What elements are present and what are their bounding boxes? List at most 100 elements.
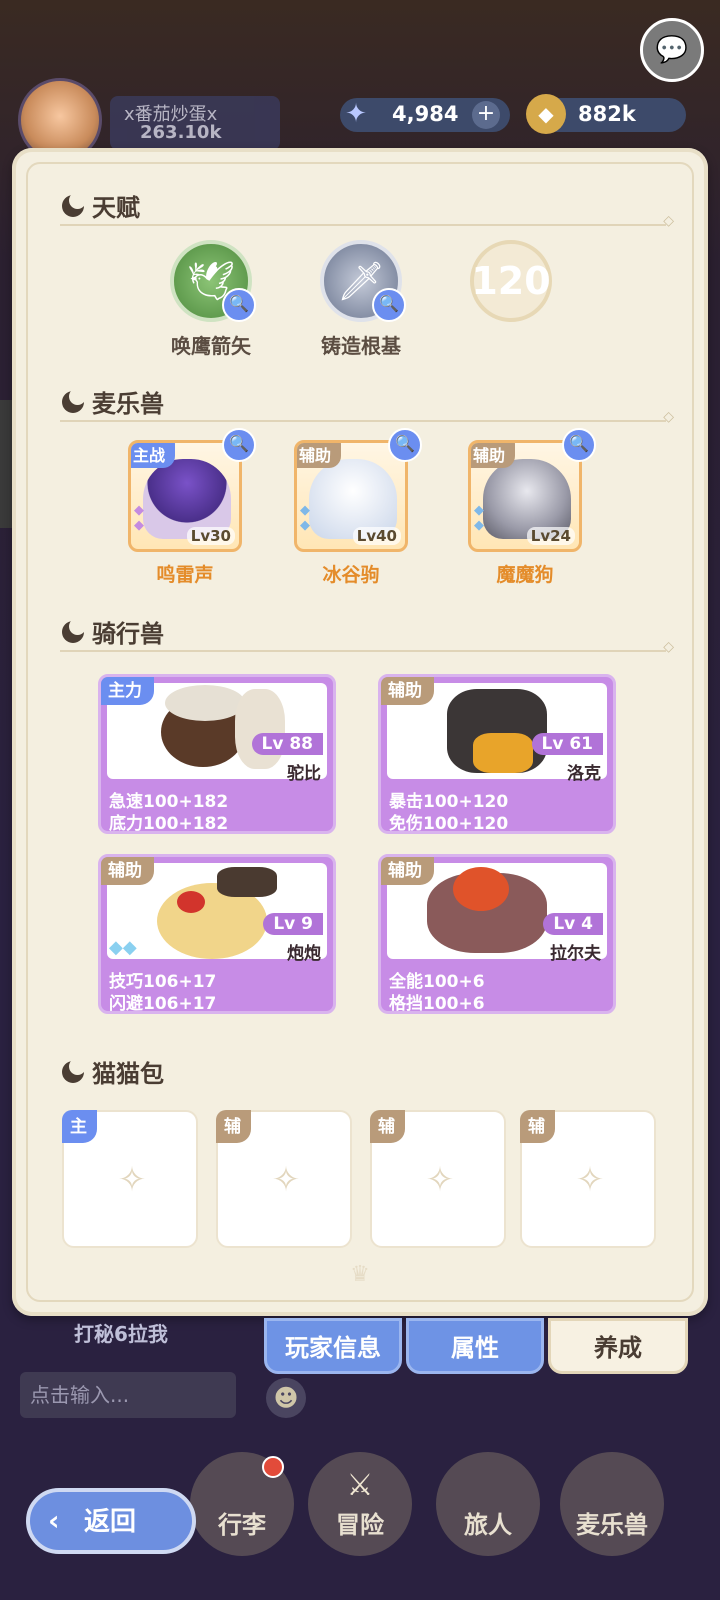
slot-role-tag: 辅 bbox=[370, 1110, 405, 1143]
nav-travelers[interactable]: 旅人 bbox=[436, 1452, 540, 1556]
talent-unlock-level: 120 bbox=[471, 259, 551, 303]
slot-role-tag: 辅 bbox=[520, 1110, 555, 1143]
mount-card-2[interactable]: 辅助 Lv 61 洛克 暴击100+120 免伤100+120 bbox=[378, 674, 616, 834]
mount-card-3[interactable]: 辅助 ◆◆ Lv 9 炮炮 技巧106+17 闪避106+17 bbox=[98, 854, 336, 1014]
back-button[interactable]: ‹ 返回 bbox=[26, 1488, 196, 1554]
magnifier-icon[interactable]: 🔍 bbox=[562, 428, 596, 462]
back-arrow-icon: ‹ bbox=[48, 1504, 60, 1537]
nav-luggage[interactable]: 行李 bbox=[190, 1452, 294, 1556]
mount-mane-shape bbox=[453, 867, 509, 911]
rank-stars-icon: ◆◆ bbox=[134, 503, 144, 533]
slot-role-tag: 辅 bbox=[216, 1110, 251, 1143]
player-power: 263.10k bbox=[140, 122, 222, 143]
sword-forge-icon: 🗡 🔍 bbox=[320, 240, 406, 322]
pet-card-1[interactable]: 主战 ◆ ◆ Lv30 🔍 鸣雷声 bbox=[128, 428, 256, 587]
section-title-text: 猫猫包 bbox=[92, 1060, 164, 1088]
mount-card-4[interactable]: 辅助 Lv 4 拉尔夫 全能100+6 格挡100+6 bbox=[378, 854, 616, 1014]
magnifier-icon[interactable]: 🔍 bbox=[222, 428, 256, 462]
talent-name: 唤鹰箭矢 bbox=[171, 334, 251, 358]
talent-name: 铸造根基 bbox=[321, 334, 401, 358]
mount-stat: 闪避106+17 bbox=[109, 994, 217, 1014]
mount-role-tag: 辅助 bbox=[381, 677, 434, 705]
gem-counter: ✦ 4,984 + bbox=[340, 98, 510, 132]
talent-item-1[interactable]: 🕊 🔍 唤鹰箭矢 bbox=[166, 240, 256, 359]
nav-label: 旅人 bbox=[464, 1511, 512, 1539]
chat-input[interactable]: 点击输入... bbox=[20, 1372, 236, 1418]
pet-name: 魔魔狗 bbox=[496, 564, 554, 586]
rank-stars-icon: ◆◆ bbox=[300, 503, 310, 533]
nav-pets[interactable]: 麦乐兽 bbox=[560, 1452, 664, 1556]
empty-slot-icon: ✧ bbox=[117, 1160, 147, 1200]
pet-card-2[interactable]: 辅助 ◆ ◆ Lv40 🔍 冰谷驹 bbox=[294, 428, 422, 587]
section-title-pets: 麦乐兽 bbox=[62, 384, 164, 419]
rank-stars-icon: ◆◆ bbox=[109, 937, 137, 958]
tab-player-info[interactable]: 玩家信息 bbox=[264, 1318, 402, 1374]
nav-label: 冒险 bbox=[336, 1511, 384, 1539]
catbag-slot-4[interactable]: 辅 ✧ bbox=[520, 1110, 656, 1248]
section-divider bbox=[60, 409, 674, 425]
pet-card-3[interactable]: 辅助 ◆ ◆ Lv24 🔍 魔魔狗 bbox=[468, 428, 596, 587]
crossed-swords-icon: ⚔ bbox=[346, 1468, 374, 1503]
chat-last-message: 打秘6拉我 bbox=[74, 1322, 168, 1346]
nav-label: 麦乐兽 bbox=[576, 1511, 648, 1539]
section-divider bbox=[60, 639, 674, 655]
catbag-slot-2[interactable]: 辅 ✧ bbox=[216, 1110, 352, 1248]
pet-level: Lv30 bbox=[186, 527, 235, 545]
mount-level: Lv 4 bbox=[543, 913, 603, 935]
moon-icon bbox=[62, 387, 86, 413]
chat-bubble-icon: 💬 bbox=[655, 35, 689, 65]
pet-level: Lv24 bbox=[526, 527, 575, 545]
magnifier-icon[interactable]: 🔍 bbox=[388, 428, 422, 462]
mount-level: Lv 88 bbox=[251, 733, 323, 755]
mount-ear-shape bbox=[235, 689, 285, 769]
mount-card-1[interactable]: 主力 Lv 88 驼比 急速100+182 底力100+182 bbox=[98, 674, 336, 834]
locked-talent-icon: 120 bbox=[470, 240, 552, 322]
moon-icon bbox=[62, 1057, 86, 1083]
pet-portrait: 辅助 ◆ ◆ Lv24 bbox=[468, 440, 582, 552]
nav-adventure[interactable]: ⚔ 冒险 bbox=[308, 1452, 412, 1556]
mount-name: 拉尔夫 bbox=[550, 944, 601, 964]
moon-icon bbox=[62, 191, 86, 217]
catbag-slot-1[interactable]: 主 ✧ bbox=[62, 1110, 198, 1248]
gold-value: 882k bbox=[578, 102, 636, 126]
section-title-talent: 天赋 bbox=[62, 188, 140, 223]
player-info[interactable]: x番茄炒蛋x 263.10k bbox=[110, 96, 280, 150]
section-title-text: 骑行兽 bbox=[92, 620, 164, 648]
magnifier-icon[interactable]: 🔍 bbox=[372, 288, 406, 322]
emoji-button[interactable]: ☻ bbox=[266, 1378, 306, 1418]
tab-growth[interactable]: 养成 bbox=[548, 1318, 688, 1374]
chat-bubble-button[interactable]: 💬 bbox=[640, 18, 704, 82]
empty-slot-icon: ✧ bbox=[575, 1160, 605, 1200]
mount-stat: 免伤100+120 bbox=[389, 814, 509, 834]
coin-icon: ◆ bbox=[526, 94, 566, 134]
gem-value: 4,984 bbox=[392, 102, 459, 126]
add-gems-button[interactable]: + bbox=[472, 101, 500, 129]
section-title-text: 天赋 bbox=[92, 194, 140, 222]
mount-level: Lv 61 bbox=[531, 733, 603, 755]
pet-role-tag: 辅助 bbox=[297, 443, 342, 468]
notification-dot bbox=[262, 1456, 284, 1478]
empty-slot-icon: ✧ bbox=[425, 1160, 455, 1200]
slot-role-tag: 主 bbox=[62, 1110, 97, 1143]
pet-role-tag: 主战 bbox=[131, 443, 176, 468]
mount-crest-shape bbox=[177, 891, 205, 913]
pet-role-tag: 辅助 bbox=[471, 443, 516, 468]
pet-name: 冰谷驹 bbox=[322, 564, 380, 586]
magnifier-icon[interactable]: 🔍 bbox=[222, 288, 256, 322]
empty-slot-icon: ✧ bbox=[271, 1160, 301, 1200]
talent-item-2[interactable]: 🗡 🔍 铸造根基 bbox=[316, 240, 406, 359]
gold-counter: ◆ 882k bbox=[526, 94, 686, 134]
rank-stars-icon: ◆◆ bbox=[474, 503, 484, 533]
talent-item-locked[interactable]: 120 bbox=[466, 240, 556, 322]
mount-cannon-shape bbox=[217, 867, 277, 897]
section-title-catbag: 猫猫包 bbox=[62, 1054, 164, 1089]
section-title-mounts: 骑行兽 bbox=[62, 614, 164, 649]
catbag-slot-3[interactable]: 辅 ✧ bbox=[370, 1110, 506, 1248]
section-divider bbox=[60, 213, 674, 229]
tab-attributes[interactable]: 属性 bbox=[406, 1318, 544, 1374]
mount-role-tag: 辅助 bbox=[101, 857, 154, 885]
moon-icon bbox=[62, 617, 86, 643]
mount-role-tag: 辅助 bbox=[381, 857, 434, 885]
mount-level: Lv 9 bbox=[263, 913, 323, 935]
mount-name: 洛克 bbox=[567, 764, 601, 784]
